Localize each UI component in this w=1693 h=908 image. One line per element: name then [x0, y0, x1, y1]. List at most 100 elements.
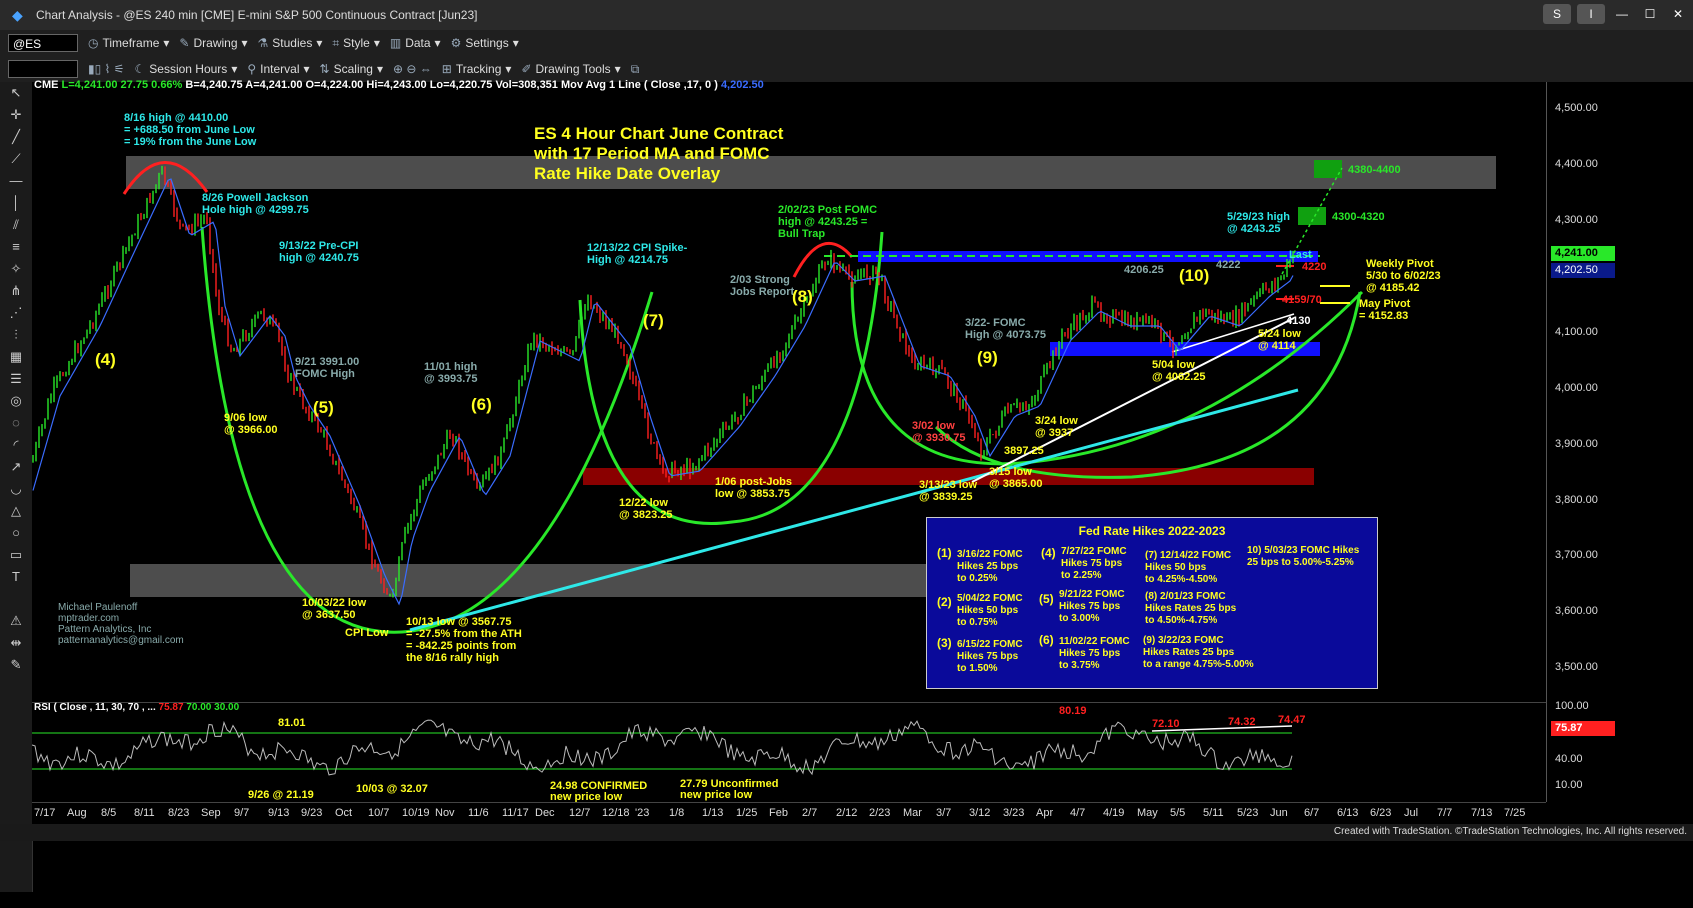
interval-input[interactable] — [8, 60, 78, 78]
tracking-menu[interactable]: ⊞ Tracking ▾ — [442, 62, 512, 76]
symbol-link-s-button[interactable]: S — [1543, 4, 1571, 24]
date-tick: 3/23 — [1003, 807, 1025, 819]
pointer-icon[interactable]: ↖ — [0, 82, 32, 104]
fed-entry-3: 6/15/22 FOMC Hikes 75 bps to 1.50% — [957, 639, 1023, 674]
fibonacci-icon[interactable]: ≡ — [0, 236, 32, 258]
rsi-canvas — [32, 719, 1293, 776]
drawing-tools-icon: ✐ — [521, 62, 532, 76]
speed-lines-icon[interactable]: ⋰ — [0, 302, 32, 324]
highlighter-icon[interactable]: ✎ — [0, 654, 32, 676]
grid-icon[interactable]: ▦ — [0, 346, 32, 368]
gap-icon[interactable] — [0, 588, 32, 610]
arc-icon[interactable]: ◜ — [0, 434, 32, 456]
date-tick: 5/11 — [1203, 807, 1224, 819]
rectangle-icon[interactable]: ▭ — [0, 544, 32, 566]
date-tick: 3/7 — [936, 807, 952, 819]
fed-n2: (2) — [937, 595, 952, 609]
symbol-input[interactable]: @ES — [8, 34, 78, 52]
style-menu[interactable]: ⌗ Style ▾ — [332, 36, 379, 51]
rsi-panel[interactable]: RSI ( Close , 11, 30, 70 , ... 75.87 70.… — [32, 702, 1546, 803]
chart-type-buttons[interactable]: ▮▯ ⌇ ⚟ — [88, 62, 125, 76]
tracking-icon: ⊞ — [441, 62, 452, 76]
date-tick: 9/23 — [301, 807, 323, 819]
symbol-link-i-button[interactable]: I — [1577, 4, 1605, 24]
vertical-line-icon[interactable]: │ — [0, 192, 32, 214]
date-tick: Feb — [769, 807, 788, 819]
annotation-1003-low: 10/03/22 low @ 3637.50 — [302, 597, 367, 621]
horizontal-line-icon[interactable]: ― — [0, 170, 32, 192]
wave-count-10: (10) — [1179, 266, 1210, 285]
crosshair-icon[interactable]: ✛ — [0, 104, 32, 126]
alert-icon[interactable]: ⚠ — [0, 610, 32, 632]
date-tick: 6/13 — [1337, 807, 1359, 819]
fed-entry-6: 11/02/22 FOMC Hikes 75 bps to 3.75% — [1059, 636, 1130, 671]
annotation-1101-high: 11/01 high @ 3993.75 — [424, 361, 478, 385]
price-tick: 4,300.00 — [1555, 214, 1598, 226]
date-tick: 1/8 — [669, 807, 685, 819]
level-label-4220: 4220 — [1302, 261, 1327, 273]
copyright-text: Created with TradeStation. ©TradeStation… — [1333, 826, 1687, 837]
fed-entry-1: 3/16/22 FOMC Hikes 25 bps to 0.25% — [957, 549, 1023, 584]
data-menu[interactable]: ▥ Data ▾ — [390, 36, 441, 50]
date-tick: 5/23 — [1237, 807, 1259, 819]
settings-menu[interactable]: ⚙ Settings ▾ — [451, 36, 519, 50]
new-window-button[interactable]: ⧉ — [631, 62, 640, 77]
studies-menu[interactable]: ⚗ Studies ▾ — [258, 36, 323, 50]
measure-icon[interactable]: ⇹ — [0, 632, 32, 654]
scaling-menu[interactable]: ⇅ Scaling ▾ — [320, 62, 383, 76]
zoom-buttons[interactable]: ⊕ ⊖ ⇔ — [393, 62, 432, 76]
channel-icon[interactable]: ⫽ — [0, 214, 32, 236]
ellipse-icon[interactable]: ○ — [0, 522, 32, 544]
price-tick: 4,500.00 — [1555, 102, 1598, 114]
date-tick: Apr — [1036, 807, 1054, 819]
drawing-tools-menu[interactable]: ✐ Drawing Tools ▾ — [521, 62, 620, 76]
price-tick: 4,400.00 — [1555, 158, 1598, 170]
arrow-icon[interactable]: ↗ — [0, 456, 32, 478]
fed-n1: (1) — [937, 546, 952, 560]
arc-tool-icon[interactable]: ◡ — [0, 478, 32, 500]
spiral-icon[interactable]: ◌ — [0, 412, 32, 434]
price-axis[interactable]: 4,500.00 4,400.00 4,300.00 4,241.00 4,20… — [1546, 82, 1693, 802]
date-tick: 7/17 — [34, 807, 56, 819]
minimize-icon[interactable]: — — [1611, 4, 1633, 24]
date-axis[interactable]: 7/17 Aug 8/5 8/11 8/23 Sep 9/7 9/13 9/23 Oct 10/7 1… — [32, 802, 1546, 825]
interval-menu[interactable]: ⚲ Interval ▾ — [247, 62, 309, 76]
annotation-816-high: 8/16 high @ 4410.00 = +688.50 from June L… — [124, 112, 257, 148]
ray-icon[interactable]: ⟋ — [0, 148, 32, 170]
price-chart[interactable]: CME L=4,241.00 27.75 0.66% B=4,240.75 A=… — [32, 79, 1546, 702]
levels-icon[interactable]: ☰ — [0, 368, 32, 390]
price-tick: 4,000.00 — [1555, 382, 1598, 394]
date-tick: Nov — [435, 807, 455, 819]
date-tick: Mar — [903, 807, 922, 819]
fed-entry-9: (9) 3/22/23 FOMC Hikes Rates 25 bps to a… — [1143, 635, 1254, 670]
annotation-913-high: 9/13/22 Pre-CPI high @ 4240.75 — [279, 240, 359, 264]
wave-count-6: (6) — [471, 395, 492, 414]
maximize-icon[interactable]: ☐ — [1639, 4, 1661, 24]
regression-icon[interactable]: ⫶ — [0, 324, 32, 346]
pencil-icon: ✎ — [179, 36, 190, 50]
timeframe-menu[interactable]: ◷ Timeframe ▾ — [88, 36, 169, 50]
cycle-icon[interactable]: ◎ — [0, 390, 32, 412]
text-icon[interactable]: T — [0, 566, 32, 588]
date-tick: 5/5 — [1170, 807, 1186, 819]
flask-icon: ⚗ — [257, 36, 269, 50]
fed-rate-hikes-box: Fed Rate Hikes 2022-2023 (1) 3/16/22 FOM… — [926, 517, 1378, 689]
trendline-icon[interactable]: ╱ — [0, 126, 32, 148]
annotation-504-low: 5/04 low @ 4062.25 — [1152, 359, 1206, 383]
rsi-line — [32, 719, 1293, 776]
bar-chart-icon: ▮▯ ⌇ ⚟ — [88, 62, 125, 76]
pitchfork-icon[interactable]: ⋔ — [0, 280, 32, 302]
close-icon[interactable]: ✕ — [1667, 4, 1689, 24]
session-hours-menu[interactable]: ☾ Session Hours ▾ — [135, 62, 238, 76]
rsi-tick: 100.00 — [1555, 700, 1589, 712]
annotation-1222-low: 12/22 low @ 3823.25 — [619, 497, 673, 521]
triangle-icon[interactable]: △ — [0, 500, 32, 522]
gann-icon[interactable]: ✧ — [0, 258, 32, 280]
date-tick: 8/11 — [134, 807, 155, 819]
drawing-menu[interactable]: ✎ Drawing ▾ — [179, 36, 247, 50]
fed-n3: (3) — [937, 636, 952, 650]
wave-count-7: (7) — [643, 311, 664, 330]
price-tick: 3,500.00 — [1555, 661, 1598, 673]
date-tick: Jun — [1270, 807, 1288, 819]
annotation-202-post-fomc: 2/02/23 Post FOMC high @ 4243.25 = Bull Tr… — [778, 204, 878, 240]
